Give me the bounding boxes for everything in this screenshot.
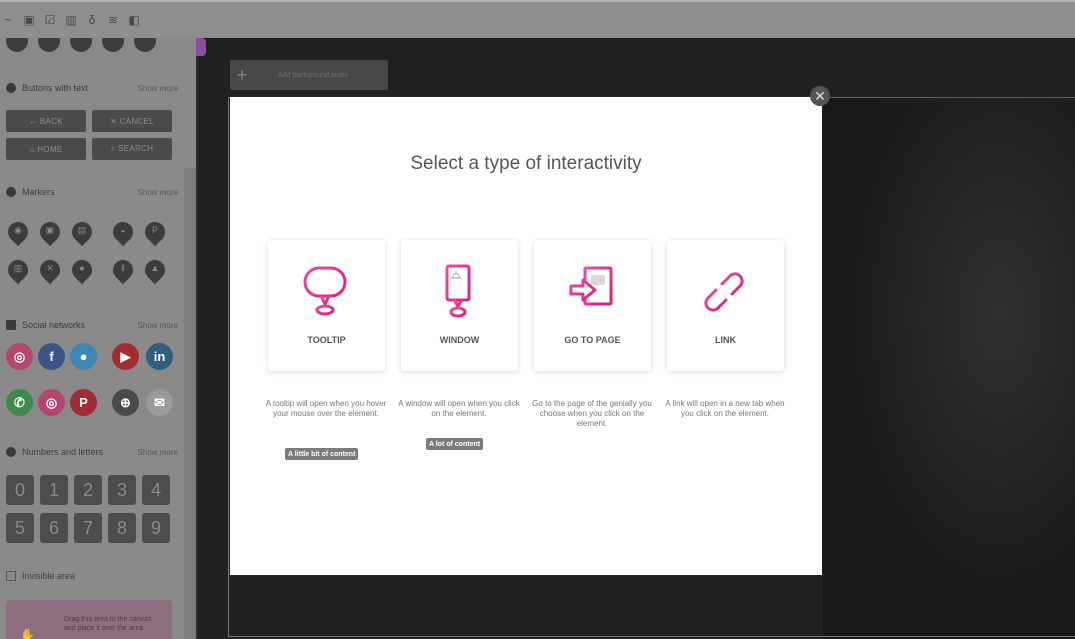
- marker-shop-icon[interactable]: ▲: [140, 255, 170, 285]
- add-background-audio-bar[interactable]: + Add background audio: [230, 60, 388, 90]
- number-5-button[interactable]: 5: [6, 513, 34, 543]
- numbers-section-header: Numbers and letters Show more: [6, 444, 178, 460]
- web-icon[interactable]: ⊕: [112, 389, 139, 416]
- link-icon: [704, 266, 744, 316]
- round-button[interactable]: [38, 38, 60, 52]
- number-2-button[interactable]: 2: [74, 475, 102, 505]
- lock-icon[interactable]: δ: [86, 13, 98, 27]
- plus-icon: +: [236, 64, 248, 85]
- tooltip-content-badge: A little bit of content: [285, 448, 359, 460]
- link-description: A link will open in a new tab when you c…: [665, 399, 785, 418]
- tooltip-label: TOOLTIP: [307, 335, 346, 345]
- pinterest-icon[interactable]: P: [70, 389, 97, 416]
- add-bar-text: Add background audio: [278, 71, 349, 79]
- drag-hint-text: Drag this area to the canvas and place i…: [64, 616, 152, 632]
- window-label: WINDOW: [439, 335, 480, 345]
- checklist-icon[interactable]: ☑: [44, 13, 56, 27]
- marker-pin-icon: [6, 187, 16, 197]
- top-toolbar: ~ ▣ ☑ ▥ δ ≋ ◧: [0, 0, 1075, 38]
- trash-icon[interactable]: ▥: [65, 13, 77, 27]
- copy-icon[interactable]: ▣: [23, 13, 35, 27]
- number-9-button[interactable]: 9: [142, 513, 170, 543]
- section-title: Numbers and letters: [22, 447, 104, 457]
- markers-section-header: Markers Show more: [6, 184, 178, 200]
- go-to-page-icon: [569, 266, 613, 306]
- modal-title: Select a type of interactivity: [410, 153, 642, 174]
- marker-tools-icon[interactable]: ✕: [35, 255, 65, 285]
- social-section-header: Social networks Show more: [6, 317, 178, 333]
- go-to-page-description: Go to the page of the genially you choos…: [532, 399, 652, 428]
- mail-icon[interactable]: ✉: [146, 389, 173, 416]
- invisible-area-drag-box[interactable]: ✋ Drag this area to the canvas and place…: [6, 600, 172, 639]
- window-icon: [445, 264, 471, 318]
- youtube-icon[interactable]: ▶: [112, 343, 139, 370]
- search-text-button[interactable]: ⌕ SEARCH: [92, 138, 172, 160]
- marker-taxi-icon[interactable]: ◒: [108, 217, 138, 247]
- layers-icon[interactable]: ≋: [107, 13, 119, 27]
- invisible-area-label: Invisible area: [22, 571, 76, 581]
- number-4-button[interactable]: 4: [142, 475, 170, 505]
- marker-restaurant-icon[interactable]: ǁ: [108, 255, 138, 285]
- facebook-icon[interactable]: f: [38, 343, 65, 370]
- show-more-link[interactable]: Show more: [138, 188, 178, 197]
- show-more-link[interactable]: Show more: [138, 321, 178, 330]
- tooltip-option-card[interactable]: TOOLTIP: [268, 240, 385, 371]
- number-6-button[interactable]: 6: [40, 513, 68, 543]
- number-3-button[interactable]: 3: [108, 475, 136, 505]
- buttons-icon: [6, 83, 16, 93]
- round-button[interactable]: [6, 38, 28, 52]
- number-1-button[interactable]: 1: [40, 475, 68, 505]
- number-0-button[interactable]: 0: [6, 475, 34, 505]
- section-title: Markers: [22, 187, 55, 197]
- marker-tram-icon[interactable]: ▥: [3, 255, 33, 285]
- tooltip-icon: [303, 266, 347, 316]
- whatsapp-icon[interactable]: ✆: [6, 389, 33, 416]
- show-more-link[interactable]: Show more: [138, 448, 178, 457]
- go-to-page-label: GO TO PAGE: [564, 335, 621, 345]
- cancel-text-button[interactable]: ✕ CANCEL: [92, 110, 172, 132]
- marker-car-icon[interactable]: ◉: [3, 217, 33, 247]
- tilde-icon[interactable]: ~: [2, 13, 14, 27]
- section-title: Buttons with text: [22, 83, 89, 93]
- panel-toggle-tab[interactable]: [196, 38, 206, 56]
- link-option-card[interactable]: LINK: [667, 240, 784, 371]
- round-button[interactable]: [102, 38, 124, 52]
- marker-parking-icon[interactable]: P: [140, 217, 170, 247]
- back-text-button[interactable]: ← BACK: [6, 110, 86, 132]
- number-7-button[interactable]: 7: [74, 513, 102, 543]
- round-buttons-row: [6, 38, 156, 52]
- number-8-button[interactable]: 8: [108, 513, 136, 543]
- section-title: Social networks: [22, 320, 86, 330]
- go-to-page-option-card[interactable]: GO TO PAGE: [534, 240, 651, 371]
- instagram-icon[interactable]: ◎: [6, 343, 33, 370]
- window-option-card[interactable]: WINDOW: [401, 240, 518, 371]
- buttons-section-header: Buttons with text Show more: [6, 80, 178, 96]
- sidebar-scrollbar[interactable]: [184, 168, 196, 639]
- hand-icon: ✋: [20, 628, 35, 639]
- link-label: LINK: [715, 335, 736, 345]
- number-icon: [6, 447, 16, 457]
- instagram-icon-2[interactable]: ◎: [38, 389, 65, 416]
- left-sidebar: Buttons with text Show more ← BACK ✕ CAN…: [0, 38, 196, 639]
- invisible-area-checkbox[interactable]: [6, 571, 16, 581]
- interactivity-modal: Select a type of interactivity TOOLTIP A…: [230, 97, 822, 575]
- linkedin-icon[interactable]: in: [146, 343, 173, 370]
- twitter-icon[interactable]: ●: [70, 343, 97, 370]
- close-modal-button[interactable]: ✕: [810, 86, 830, 106]
- facebook-square-icon: [6, 320, 16, 330]
- window-description: A window will open when you click on the…: [398, 399, 520, 418]
- window-content-badge: A lot of content: [426, 438, 484, 450]
- marker-cafe-icon[interactable]: ●: [67, 255, 97, 285]
- panel-icon[interactable]: ◧: [128, 13, 140, 27]
- marker-bus-icon[interactable]: ▣: [35, 217, 65, 247]
- show-more-link[interactable]: Show more: [138, 84, 178, 93]
- round-button[interactable]: [70, 38, 92, 52]
- tooltip-description: A tooltip will open when you hover your …: [265, 399, 387, 418]
- close-icon: ✕: [814, 88, 826, 104]
- marker-train-icon[interactable]: ▤: [67, 217, 97, 247]
- invisible-area-row[interactable]: Invisible area: [6, 571, 75, 581]
- home-text-button[interactable]: ⌂ HOME: [6, 138, 86, 160]
- round-button[interactable]: [134, 38, 156, 52]
